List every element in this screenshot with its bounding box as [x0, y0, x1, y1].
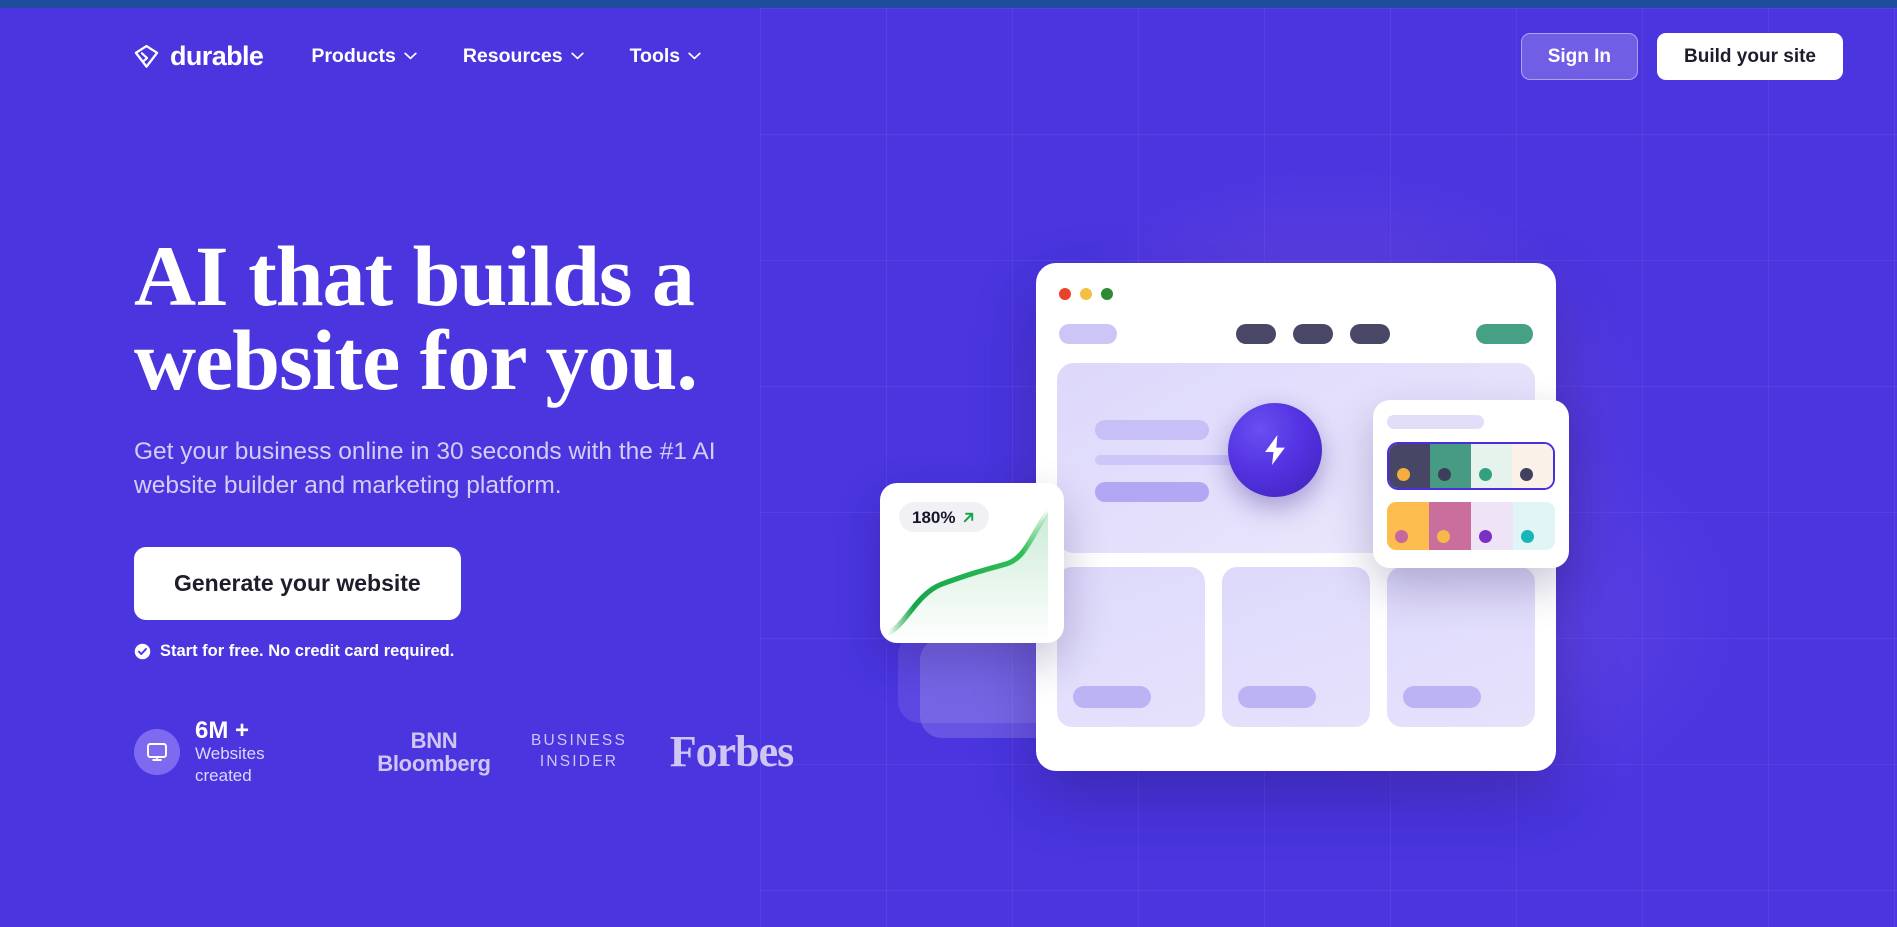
page-background: durable Products Resources Tools Sign In…: [0, 8, 1897, 927]
palette-swatch[interactable]: [1471, 444, 1512, 488]
bnn-bloomberg-logo: BNN Bloomberg: [359, 729, 509, 775]
palette-accent-dot: [1479, 468, 1492, 481]
traffic-light-dots: [1059, 288, 1113, 300]
palette-accent-dot: [1521, 530, 1534, 543]
palette-row-selected[interactable]: [1387, 442, 1555, 490]
diamond-gem-icon: [133, 43, 160, 70]
check-circle-icon: [134, 643, 151, 660]
brand-logo[interactable]: durable: [133, 40, 264, 72]
mockup-site-navbar: [1059, 321, 1533, 347]
hero-illustration: 180%: [880, 238, 1880, 858]
palette-swatch[interactable]: [1513, 502, 1555, 550]
palette-accent-dot: [1520, 468, 1533, 481]
nav-item-tools[interactable]: Tools: [630, 45, 702, 68]
nav-item-products-label: Products: [311, 44, 396, 67]
browser-chrome-strip: [0, 0, 1897, 8]
mockup-nav-pill: [1350, 324, 1390, 344]
palette-swatch[interactable]: [1430, 444, 1471, 488]
mockup-card-pill: [1403, 686, 1481, 708]
free-trial-note-text: Start for free. No credit card required.: [160, 642, 455, 661]
websites-created-stat: 6M + Websites created: [134, 718, 299, 786]
hero-headline: AI that builds a website for you.: [134, 228, 814, 409]
growth-badge-value: 180%: [912, 507, 956, 527]
stat-value: 6M +: [195, 717, 250, 745]
mockup-cta-placeholder: [1476, 324, 1533, 344]
chevron-down-icon: [688, 52, 701, 60]
chevron-down-icon: [404, 52, 417, 60]
bnn-bloomberg-line-1: BNN: [410, 727, 458, 753]
business-insider-logo: BUSINESS INSIDER: [509, 731, 649, 773]
growth-chart-card: 180%: [880, 483, 1064, 643]
bnn-bloomberg-line-2: Bloomberg: [377, 750, 491, 776]
palette-accent-dot: [1437, 530, 1450, 543]
nav-item-resources[interactable]: Resources: [463, 45, 584, 68]
hero-headline-line-1: AI that builds a: [134, 228, 695, 324]
mockup-feature-card: [1387, 567, 1535, 727]
mockup-text-line: [1095, 455, 1247, 465]
mockup-nav-pill: [1293, 324, 1333, 344]
palette-swatch[interactable]: [1512, 444, 1553, 488]
mockup-feature-card: [1057, 567, 1205, 727]
forbes-logo: Forbes: [649, 726, 814, 777]
color-palette-card: [1373, 400, 1569, 568]
palette-swatch[interactable]: [1471, 502, 1513, 550]
nav-item-resources-label: Resources: [462, 44, 563, 67]
sign-in-button[interactable]: Sign In: [1520, 32, 1639, 80]
traffic-light-yellow: [1080, 288, 1092, 300]
hero-content: AI that builds a website for you. Get yo…: [134, 228, 814, 786]
arrow-up-right-icon: [961, 510, 976, 525]
nav-actions: Sign In Build your site: [1520, 32, 1843, 80]
chevron-down-icon: [570, 52, 584, 60]
nav-links: Products Resources Tools: [311, 45, 701, 68]
mockup-feature-card: [1222, 567, 1370, 727]
traffic-light-red: [1059, 288, 1071, 300]
palette-accent-dot: [1397, 468, 1410, 481]
business-insider-line-2: INSIDER: [539, 752, 619, 770]
palette-swatch[interactable]: [1389, 444, 1430, 488]
palette-title-placeholder: [1387, 415, 1484, 429]
mockup-text-line: [1095, 420, 1209, 440]
nav-item-products[interactable]: Products: [311, 45, 417, 68]
hero-headline-line-2: website for you.: [134, 312, 698, 409]
hero-subheadline: Get your business online in 30 seconds w…: [134, 437, 716, 500]
mockup-card-pill: [1073, 686, 1151, 708]
business-insider-line-1: BUSINESS: [531, 732, 627, 750]
forbes-wordmark: Forbes: [669, 727, 795, 777]
palette-accent-dot: [1479, 530, 1492, 543]
monitor-icon: [134, 728, 180, 775]
stat-text-block: 6M + Websites created: [195, 718, 299, 786]
build-your-site-button[interactable]: Build your site: [1657, 32, 1843, 80]
traffic-light-green: [1101, 288, 1113, 300]
growth-badge: 180%: [899, 502, 990, 532]
mockup-feature-cards: [1057, 567, 1535, 727]
lightning-bolt-icon: [1228, 403, 1322, 497]
social-proof-row: 6M + Websites created BNN Bloomberg BUSI…: [134, 718, 814, 786]
mockup-nav-pill: [1236, 324, 1276, 344]
palette-accent-dot: [1395, 530, 1408, 543]
nav-item-tools-label: Tools: [629, 44, 681, 67]
free-trial-note: Start for free. No credit card required.: [134, 642, 814, 661]
main-navigation: durable Products Resources Tools Sign In…: [0, 22, 1897, 90]
mockup-logo-placeholder: [1059, 324, 1117, 344]
mockup-card-pill: [1238, 686, 1316, 708]
brand-name: durable: [170, 40, 264, 71]
palette-accent-dot: [1438, 468, 1451, 481]
mockup-text-line: [1095, 482, 1209, 502]
palette-row[interactable]: [1387, 502, 1555, 550]
palette-swatch[interactable]: [1429, 502, 1471, 550]
stat-label: Websites created: [195, 744, 265, 785]
mockup-nav-placeholders: [1236, 321, 1390, 344]
palette-swatch[interactable]: [1387, 502, 1429, 550]
press-logos: BNN Bloomberg BUSINESS INSIDER Forbes: [359, 726, 814, 777]
generate-your-website-button[interactable]: Generate your website: [134, 547, 461, 621]
